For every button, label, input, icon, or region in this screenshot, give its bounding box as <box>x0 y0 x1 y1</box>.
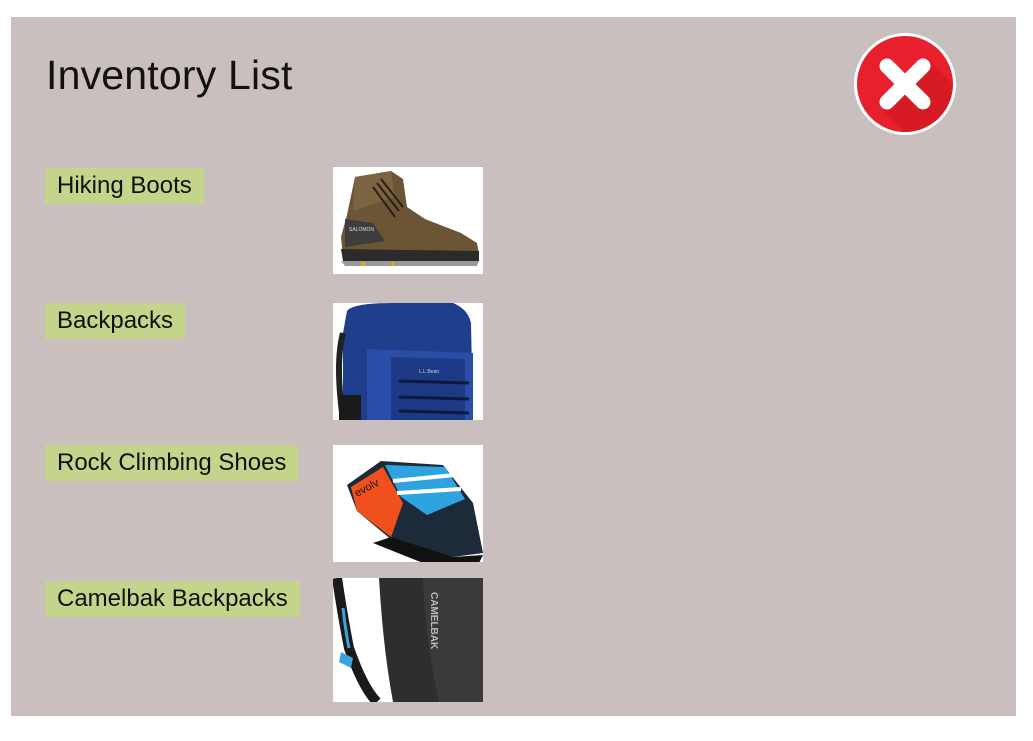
hydration-pack-image: CAMELBAK <box>333 578 483 702</box>
close-button[interactable] <box>853 32 957 136</box>
item-label-rock-climbing-shoes[interactable]: Rock Climbing Shoes <box>45 445 299 481</box>
page-title: Inventory List <box>46 52 293 98</box>
backpack-image: L.L.Bean <box>333 303 483 420</box>
climbing-shoe-image: evolv <box>333 445 483 562</box>
camelbak-logo-text: CAMELBAK <box>428 592 439 650</box>
svg-text:SALOMON: SALOMON <box>349 227 374 233</box>
close-icon <box>854 33 956 135</box>
item-label-backpacks[interactable]: Backpacks <box>45 303 186 339</box>
hiking-boot-image: SALOMON <box>333 167 483 274</box>
inventory-panel: Inventory List Hiking Boots SALOMON Back… <box>11 17 1016 716</box>
item-label-camelbak-backpacks[interactable]: Camelbak Backpacks <box>45 581 300 617</box>
svg-text:L.L.Bean: L.L.Bean <box>419 369 439 375</box>
item-label-hiking-boots[interactable]: Hiking Boots <box>45 168 204 204</box>
